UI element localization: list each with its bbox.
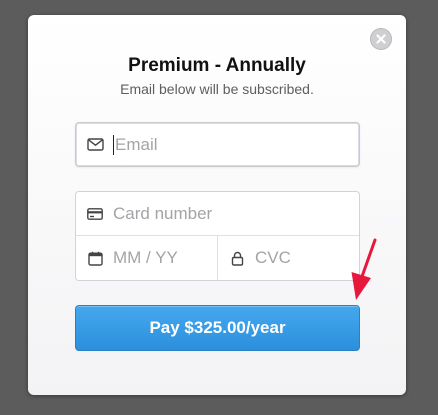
calendar-icon bbox=[86, 249, 104, 267]
expiry-field[interactable] bbox=[76, 236, 218, 280]
modal-subtitle: Email below will be subscribed. bbox=[120, 81, 314, 97]
lock-icon bbox=[228, 249, 246, 267]
close-icon bbox=[376, 34, 386, 44]
expiry-input[interactable] bbox=[113, 248, 217, 268]
pay-button[interactable]: Pay $325.00/year bbox=[75, 305, 360, 351]
card-details-group bbox=[75, 191, 360, 281]
card-number-field[interactable] bbox=[76, 192, 359, 236]
envelope-icon bbox=[86, 136, 104, 154]
modal-title: Premium - Annually bbox=[128, 55, 306, 76]
page-backdrop: Premium - Annually Email below will be s… bbox=[0, 0, 438, 415]
close-button[interactable] bbox=[370, 28, 392, 50]
text-cursor bbox=[113, 134, 114, 155]
credit-card-icon bbox=[86, 205, 104, 223]
email-field[interactable] bbox=[75, 122, 360, 167]
card-number-input[interactable] bbox=[113, 203, 359, 224]
annotation-arrow-icon bbox=[351, 238, 377, 300]
checkout-modal: Premium - Annually Email below will be s… bbox=[28, 15, 406, 395]
cvc-input[interactable] bbox=[255, 248, 359, 268]
cvc-field[interactable] bbox=[218, 236, 359, 280]
email-input[interactable] bbox=[115, 134, 359, 155]
